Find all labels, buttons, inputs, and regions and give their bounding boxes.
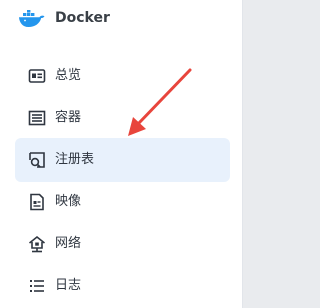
log-list-icon [30, 280, 44, 292]
sidebar-item-label: 容器 [55, 110, 82, 125]
sidebar-item-label: 总览 [55, 68, 82, 83]
sidebar-item-images[interactable]: 映像 [15, 180, 230, 224]
app-title: Docker [55, 10, 110, 26]
network-house-icon [29, 235, 45, 253]
registry-search-icon [29, 152, 45, 168]
sidebar-item-label: 注册表 [55, 152, 95, 167]
sidebar-item-label: 网络 [55, 236, 82, 251]
docker-whale-icon [19, 10, 45, 27]
sidebar-item-label: 映像 [55, 194, 82, 209]
docker-sidebar-panel: Docker 总览 容器 注册表 映像 网络 日志 [0, 0, 242, 308]
sidebar-item-logs[interactable]: 日志 [15, 264, 230, 308]
overview-card-icon [28, 69, 46, 83]
image-file-icon [30, 193, 44, 211]
app-header: Docker [0, 0, 242, 38]
sidebar-item-registry[interactable]: 注册表 [15, 138, 230, 182]
sidebar-item-containers[interactable]: 容器 [15, 96, 230, 140]
sidebar-item-network[interactable]: 网络 [15, 222, 230, 266]
container-list-icon [28, 110, 46, 126]
sidebar-item-overview[interactable]: 总览 [15, 54, 230, 98]
sidebar-item-label: 日志 [55, 278, 82, 293]
